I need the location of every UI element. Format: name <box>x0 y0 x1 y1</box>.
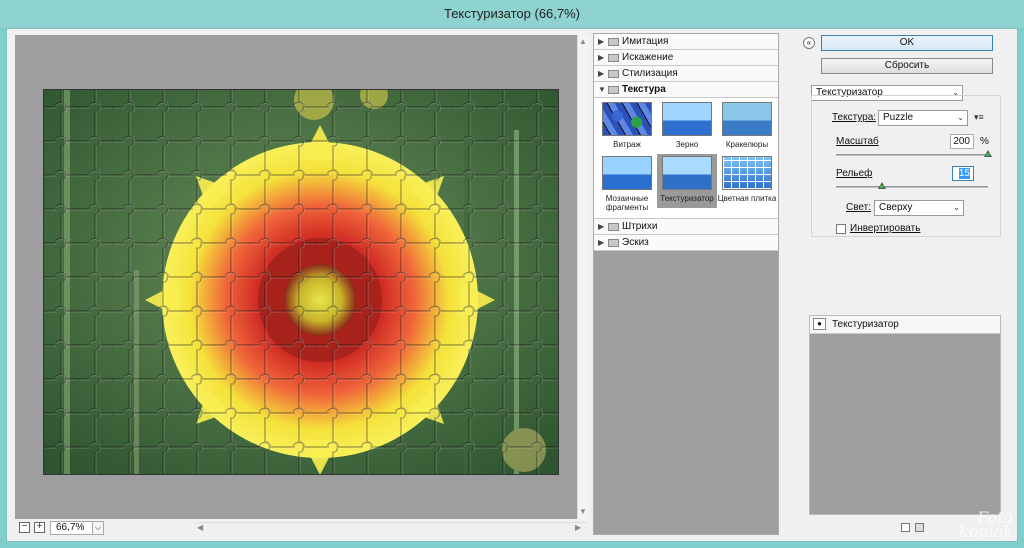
thumb-label: Цветная плитка <box>717 194 777 203</box>
folder-icon <box>608 223 619 231</box>
preview-horizontal-scrollbar[interactable]: ◀ ▶ <box>195 522 587 534</box>
expand-icon: ▶ <box>598 222 605 231</box>
grain-thumbnail <box>662 102 712 136</box>
light-select-value: Сверху <box>879 202 913 213</box>
category-label: Стилизация <box>622 68 678 79</box>
zoom-out-button[interactable]: − <box>19 522 30 533</box>
preview-area[interactable] <box>15 35 577 519</box>
chevron-down-icon: ⌄ <box>957 113 964 122</box>
filter-thumb-mosaic-tiles[interactable]: Мозаичные фрагменты <box>597 156 657 212</box>
window-title: Текстуризатор (66,7%) <box>443 6 581 21</box>
texture-label: Текстура: <box>832 112 877 123</box>
expand-icon: ▶ <box>598 37 605 46</box>
scroll-left-icon[interactable]: ◀ <box>197 523 203 532</box>
relief-input-value: 15 <box>958 168 970 179</box>
thumb-label: Витраж <box>613 140 641 149</box>
filter-gallery: ▶ Имитация ▶ Искажение ▶ Стилизация ▼ Те… <box>593 33 779 535</box>
folder-icon <box>608 239 619 247</box>
category-label: Эскиз <box>622 237 649 248</box>
scale-slider-handle[interactable] <box>984 150 992 157</box>
scale-slider[interactable] <box>836 150 992 157</box>
scale-label: Масштаб <box>836 136 879 147</box>
expand-icon: ▶ <box>598 238 605 247</box>
relief-slider[interactable] <box>836 182 988 189</box>
patchwork-thumbnail <box>722 156 772 190</box>
preview-image <box>43 89 559 475</box>
ok-button[interactable]: OK <box>821 35 993 51</box>
flower-image <box>44 90 558 474</box>
texture-select[interactable]: Puzzle ⌄ <box>878 110 968 126</box>
texture-thumbnails: Витраж Зерно Кракелюры Мозаичные фрагмен… <box>594 98 778 219</box>
relief-slider-handle[interactable] <box>877 182 886 189</box>
effect-layers-panel: ● Текстуризатор <box>809 315 1001 515</box>
expand-icon: ▶ <box>598 53 605 62</box>
category-stylize[interactable]: ▶ Стилизация <box>594 66 778 82</box>
watermark-logo: Foto komok <box>959 508 1013 541</box>
zoom-bar: − + 66,7% ⌵ ◀ ▶ <box>15 520 589 536</box>
filter-settings-group: Текстура: Puzzle ⌄ ▾≡ Масштаб 200 % Рель… <box>811 95 1001 237</box>
scale-input[interactable]: 200 <box>950 134 974 149</box>
zoom-dropdown-icon[interactable]: ⌵ <box>92 521 104 535</box>
zoom-in-button[interactable]: + <box>34 522 45 533</box>
thumb-label: Зерно <box>675 140 699 149</box>
relief-input[interactable]: 15 <box>952 166 974 181</box>
collapse-gallery-icon[interactable]: « <box>803 37 815 49</box>
scroll-right-icon[interactable]: ▶ <box>575 523 581 532</box>
mosaic-tiles-thumbnail <box>602 156 652 190</box>
preview-vertical-scrollbar[interactable]: ▲ ▼ <box>577 35 589 519</box>
stained-glass-thumbnail <box>602 102 652 136</box>
reset-button[interactable]: Сбросить <box>821 58 993 74</box>
relief-label: Рельеф <box>836 168 873 179</box>
effect-layer-row[interactable]: ● Текстуризатор <box>810 316 1000 334</box>
filter-thumb-patchwork[interactable]: Цветная плитка <box>717 156 777 203</box>
category-texture[interactable]: ▼ Текстура <box>594 82 778 98</box>
chevron-down-icon: ⌄ <box>953 203 960 212</box>
texture-select-value: Puzzle <box>883 112 914 123</box>
category-label: Имитация <box>622 36 669 47</box>
invert-checkbox[interactable] <box>836 224 846 234</box>
thumb-label: Кракелюры <box>725 140 769 149</box>
filter-thumb-grain[interactable]: Зерно <box>657 102 717 149</box>
filter-thumb-craquelure[interactable]: Кракелюры <box>717 102 777 149</box>
delete-effect-layer-icon[interactable] <box>915 523 924 532</box>
craquelure-thumbnail <box>722 102 772 136</box>
thumb-label: Текстуризатор <box>660 194 714 203</box>
folder-icon <box>608 38 619 46</box>
category-sketch[interactable]: ▶ Эскиз <box>594 235 778 251</box>
scroll-up-icon[interactable]: ▲ <box>579 37 587 46</box>
scroll-down-icon[interactable]: ▼ <box>579 507 587 516</box>
zoom-level-field[interactable]: 66,7% <box>50 521 96 535</box>
window-titlebar: Текстуризатор (66,7%) <box>0 0 1024 28</box>
invert-label[interactable]: Инвертировать <box>850 223 920 234</box>
eye-icon[interactable]: ● <box>813 318 826 330</box>
category-label: Текстура <box>622 84 666 95</box>
collapse-icon: ▼ <box>598 85 606 94</box>
settings-panel: « OK Сбросить Текстуризатор ⌄ Текстура: … <box>789 29 1017 541</box>
light-label: Свет: <box>846 202 872 213</box>
category-distortion[interactable]: ▶ Искажение <box>594 50 778 66</box>
new-effect-layer-icon[interactable] <box>901 523 910 532</box>
effect-layer-label: Текстуризатор <box>832 319 899 330</box>
expand-icon: ▶ <box>598 69 605 78</box>
category-label: Искажение <box>622 52 674 63</box>
filter-thumb-texturizer[interactable]: Текстуризатор <box>657 154 717 208</box>
category-label: Штрихи <box>622 221 658 232</box>
filter-gallery-dialog: ▲ ▼ − + 66,7% ⌵ ◀ ▶ ▶ Имитация ▶ Искажен… <box>6 28 1018 542</box>
folder-icon <box>608 54 619 62</box>
folder-icon <box>608 70 619 78</box>
scale-unit: % <box>980 136 989 147</box>
filter-thumb-stained-glass[interactable]: Витраж <box>597 102 657 149</box>
light-select[interactable]: Сверху ⌄ <box>874 200 964 216</box>
thumb-label: Мозаичные фрагменты <box>605 194 649 212</box>
folder-open-icon <box>608 86 619 94</box>
category-imitation[interactable]: ▶ Имитация <box>594 34 778 50</box>
texturizer-thumbnail <box>662 156 712 190</box>
texture-menu-icon[interactable]: ▾≡ <box>974 112 984 123</box>
category-brush-strokes[interactable]: ▶ Штрихи <box>594 219 778 235</box>
